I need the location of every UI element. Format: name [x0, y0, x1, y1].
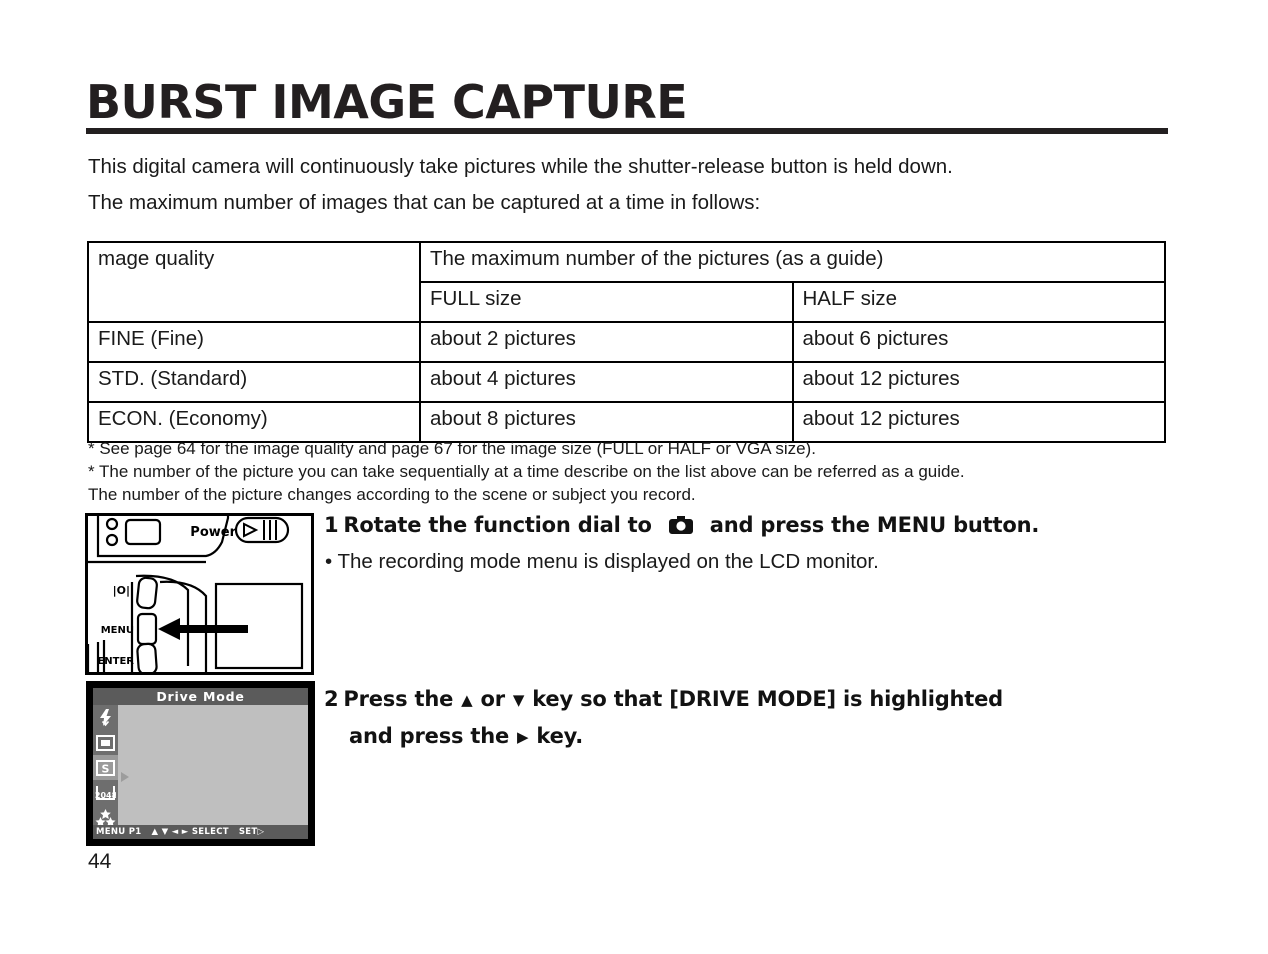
lcd-screen: Drive Mode S 2048 MENU P1 ▲ ▼ ◄ ► SELECT S… [93, 688, 308, 839]
footnote-1: * See page 64 for the image quality and … [88, 439, 816, 458]
cell-econ-full: about 8 pictures [419, 401, 794, 443]
camera-back-illustration: Power |O| MENU ENTER [85, 513, 314, 675]
table-header-full-size: FULL size [419, 281, 794, 323]
page-number: 44 [88, 850, 112, 873]
step-1-number: 1 [324, 513, 339, 537]
step-2-text-2a: and press the [349, 723, 510, 748]
menu-pointer-arrow [158, 618, 248, 640]
cell-quality-fine: FINE (Fine) [87, 321, 421, 363]
lcd-status-set: SET [238, 827, 258, 837]
cell-fine-half: about 6 pictures [791, 321, 1166, 363]
title-underline-rule [86, 128, 1168, 134]
cell-std-full: about 4 pictures [419, 361, 794, 403]
display-button-label: |O| [113, 584, 130, 597]
table-row: ECON. (Economy) about 8 pictures about 1… [87, 401, 1166, 443]
lcd-status-keys: ▲ ▼ ◄ ► [151, 827, 189, 837]
enter-button-label: ENTER [97, 656, 134, 667]
page-title: BURST IMAGE CAPTURE [86, 75, 688, 129]
step-2-text-1b: or [480, 687, 506, 711]
resolution-2048-icon[interactable]: 2048 [93, 780, 118, 805]
lcd-icon-column: S 2048 [93, 705, 118, 826]
step-1-heading: 1 Rotate the function dial to and press th… [324, 513, 1039, 540]
cell-quality-std: STD. (Standard) [87, 361, 421, 403]
svg-text:S: S [102, 762, 110, 775]
lcd-status-bar: MENU P1 ▲ ▼ ◄ ► SELECT SET▷ [93, 825, 308, 839]
power-label: Power [190, 525, 236, 540]
lcd-title: Drive Mode [93, 688, 308, 705]
step-2-text-1c: key so that [DRIVE MODE] is highlighted [532, 687, 1004, 711]
table-header-max-pictures: The maximum number of the pictures (as a… [419, 241, 1166, 283]
menu-button-label: MENU [101, 625, 134, 636]
flash-icon[interactable] [93, 705, 118, 730]
cell-quality-econ: ECON. (Economy) [87, 401, 421, 443]
cell-fine-full: about 2 pictures [419, 321, 794, 363]
footnote-3: The number of the picture changes accord… [88, 485, 696, 504]
intro-paragraph-1: This digital camera will continuously ta… [88, 155, 953, 178]
down-arrow-key-icon: ▼ [512, 691, 525, 709]
step-2-number: 2 [324, 687, 339, 711]
table-row: STD. (Standard) about 4 pictures about 1… [87, 361, 1166, 403]
camera-illustration-svg: Power |O| MENU ENTER [88, 516, 304, 672]
step-2-line-2: and press the ▶ key. [324, 718, 1003, 755]
intro-paragraph-2: The maximum number of images that can be… [88, 191, 761, 214]
lcd-status-menu: MENU P1 [96, 827, 142, 837]
footnote-2: * The number of the picture you can take… [88, 462, 965, 481]
camera-icon [668, 515, 694, 540]
cell-econ-half: about 12 pictures [791, 401, 1166, 443]
lcd-menu-illustration: Drive Mode S 2048 MENU P1 ▲ ▼ ◄ ► SELECT S… [86, 681, 315, 846]
table-header-half-size: HALF size [791, 281, 1166, 323]
step-1-text-before-icon: Rotate the function dial to [343, 513, 652, 537]
step-1-text-after-icon: and press the MENU button. [709, 513, 1040, 537]
step-2-text-2b: key. [536, 723, 583, 748]
step-2-text-1a: Press the [343, 687, 454, 711]
burst-capacity-table: mage quality The maximum number of the p… [87, 241, 1166, 443]
step-2-heading: 2 Press the ▲ or ▼ key so that [DRIVE MODE] i… [324, 681, 1003, 755]
up-arrow-key-icon: ▲ [461, 691, 473, 709]
lcd-status-select: SELECT [191, 827, 229, 837]
table-header-row-1: mage quality The maximum number of the p… [87, 241, 1166, 323]
cell-std-half: about 12 pictures [791, 361, 1166, 403]
right-arrow-key-icon: ▶ [517, 727, 529, 746]
drive-mode-s-icon[interactable]: S [93, 755, 118, 780]
resolution-label: 2048 [95, 791, 116, 800]
lcd-selection-cursor-icon [121, 772, 129, 782]
table-row: FINE (Fine) about 2 pictures about 6 pic… [87, 321, 1166, 363]
single-frame-icon[interactable] [93, 730, 118, 755]
step-1-note: • The recording mode menu is displayed o… [325, 550, 879, 573]
lcd-status-set-arrow-icon: ▷ [257, 827, 265, 837]
table-header-image-quality: mage quality [87, 241, 421, 323]
